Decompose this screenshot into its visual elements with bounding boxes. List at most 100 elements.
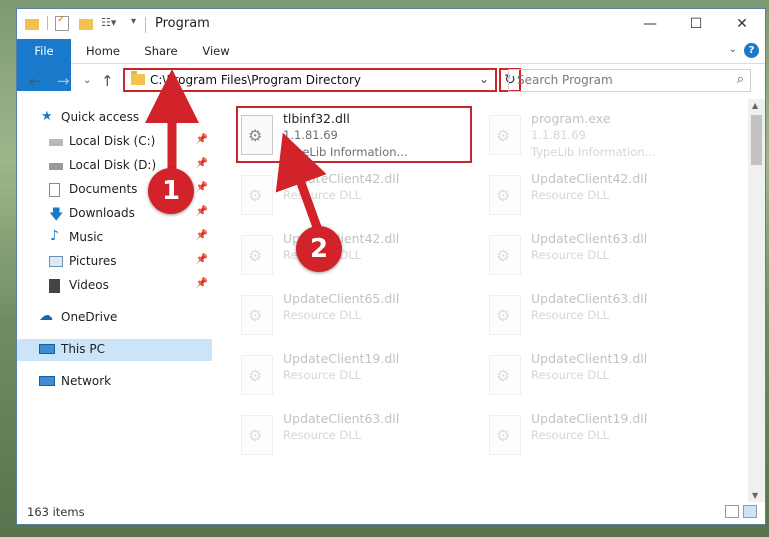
recent-locations-icon[interactable]: ⌄ [83,75,91,86]
sidebar-item-label: Pictures [69,254,117,268]
file-name: UpdateClient65.dll [283,291,400,306]
dropdown-arrow-icon[interactable]: ▾ [131,16,136,27]
sidebar-item-label: Documents [69,182,138,196]
file-description: Resource DLL [531,308,610,322]
large-icons-view-icon[interactable] [743,505,757,518]
file-explorer-window: ✓ ☷▾ ▾ Program — ☐ ✕ File Home Share Vie… [16,8,766,525]
scroll-down-icon[interactable]: ▼ [752,491,758,500]
help-icon[interactable]: ? [744,43,759,58]
file-name: UpdateClient42.dll [283,171,400,186]
back-arrow-icon[interactable]: ← [29,72,42,90]
sidebar-item-this-pc[interactable]: This PC [17,339,212,361]
search-icon: ⌕ [736,72,744,87]
dll-file-icon [489,355,521,395]
dll-file-icon [489,235,521,275]
address-path: C:\Program Files\Program Directory [150,73,362,87]
file-item[interactable]: UpdateClient42.dll Resource DLL [237,229,473,281]
navigation-pane: ★ Quick access Local Disk (C:) 📌 Local D… [17,99,212,502]
maximize-button[interactable]: ☐ [673,9,719,39]
up-arrow-icon[interactable]: ↑ [101,72,114,90]
ribbon-tabs: File Home Share View ⌄ ? [17,39,765,91]
dll-file-icon [241,295,273,335]
sidebar-item-label: This PC [61,342,105,356]
new-folder-icon[interactable] [79,16,93,30]
details-view-icon[interactable] [725,505,739,518]
file-item[interactable]: UpdateClient65.dll Resource DLL [237,289,473,341]
dll-file-icon [489,175,521,215]
sidebar-item-onedrive[interactable]: ☁ OneDrive [17,307,212,329]
tab-view[interactable]: View [195,39,237,63]
file-item[interactable]: UpdateClient42.dll Resource DLL [485,169,721,221]
file-item[interactable]: UpdateClient19.dll Resource DLL [485,349,721,401]
minimize-button[interactable]: — [627,9,673,39]
separator [47,16,48,30]
file-item-program-exe[interactable]: program.exe 1.1.81.69 TypeLib Informatio… [485,109,721,161]
sidebar-item-local-disk-c[interactable]: Local Disk (C:) 📌 [17,131,212,153]
drive-icon [49,139,63,146]
vertical-scrollbar[interactable]: ▲ ▼ [748,99,765,502]
expand-ribbon-icon[interactable]: ⌄ [729,44,737,55]
chevron-down-icon[interactable]: ⌄ [479,72,489,86]
file-description: Resource DLL [531,188,610,202]
computer-icon [39,344,55,354]
forward-arrow-icon[interactable]: → [57,72,70,90]
cloud-icon: ☁ [39,308,53,324]
pin-icon[interactable]: 📌 [196,182,208,193]
search-input[interactable]: Search Program ⌕ [508,69,751,92]
tab-home[interactable]: Home [79,39,127,63]
pin-icon[interactable]: 📌 [196,278,208,289]
file-description: Resource DLL [531,248,610,262]
file-item[interactable]: UpdateClient19.dll Resource DLL [237,349,473,401]
pin-icon[interactable]: 📌 [196,134,208,145]
file-description: Resource DLL [531,428,610,442]
file-item[interactable]: UpdateClient63.dll Resource DLL [485,289,721,341]
status-bar: 163 items [17,502,765,524]
scrollbar-thumb[interactable] [751,115,762,165]
item-count: 163 items [27,505,85,519]
scroll-up-icon[interactable]: ▲ [752,101,758,110]
pin-icon[interactable]: 📌 [196,158,208,169]
file-description: TypeLib Information... [531,145,656,159]
properties-icon[interactable]: ✓ [55,14,69,31]
sidebar-item-label: Videos [69,278,109,292]
star-icon: ★ [41,109,53,124]
sidebar-item-network[interactable]: Network [17,371,212,393]
sidebar-item-label: OneDrive [61,310,118,324]
close-button[interactable]: ✕ [719,9,765,39]
file-name: UpdateClient42.dll [531,171,648,186]
document-icon [49,183,60,197]
dll-file-icon [241,235,273,275]
sidebar-item-videos[interactable]: Videos 📌 [17,275,212,297]
step-2-badge: 2 [296,226,342,272]
file-item[interactable]: UpdateClient63.dll Resource DLL [485,229,721,281]
file-highlight-box [236,106,472,163]
music-note-icon: ♪ [50,228,59,244]
film-icon [49,279,60,293]
title-bar: ✓ ☷▾ ▾ Program — ☐ ✕ [17,9,765,39]
address-bar[interactable]: C:\Program Files\Program Directory ⌄ [123,68,497,92]
sidebar-item-label: Local Disk (C:) [69,134,156,148]
pin-icon[interactable]: 📌 [196,230,208,241]
pin-icon[interactable]: 📌 [196,206,208,217]
dll-file-icon [489,295,521,335]
file-item[interactable]: UpdateClient42.dll Resource DLL [237,169,473,221]
file-version: 1.1.81.69 [531,128,586,142]
file-item[interactable]: UpdateClient63.dll Resource DLL [237,409,473,461]
sidebar-item-music[interactable]: ♪ Music 📌 [17,227,212,249]
tab-share[interactable]: Share [137,39,185,63]
sidebar-item-label: Network [61,374,112,388]
file-name: UpdateClient63.dll [531,291,648,306]
folder-icon [25,16,39,30]
pin-icon[interactable]: 📌 [196,254,208,265]
sidebar-item-pictures[interactable]: Pictures 📌 [17,251,212,273]
file-description: Resource DLL [283,368,362,382]
drive-icon [49,163,63,170]
window-title: Program [155,16,210,31]
file-name: UpdateClient19.dll [531,351,648,366]
sidebar-item-quick-access[interactable]: ★ Quick access [17,107,212,129]
network-icon [39,376,55,386]
customize-toolbar-icon[interactable]: ☷▾ [101,16,116,29]
file-name: UpdateClient63.dll [283,411,400,426]
file-item[interactable]: UpdateClient19.dll Resource DLL [485,409,721,461]
sidebar-item-label: Local Disk (D:) [69,158,157,172]
